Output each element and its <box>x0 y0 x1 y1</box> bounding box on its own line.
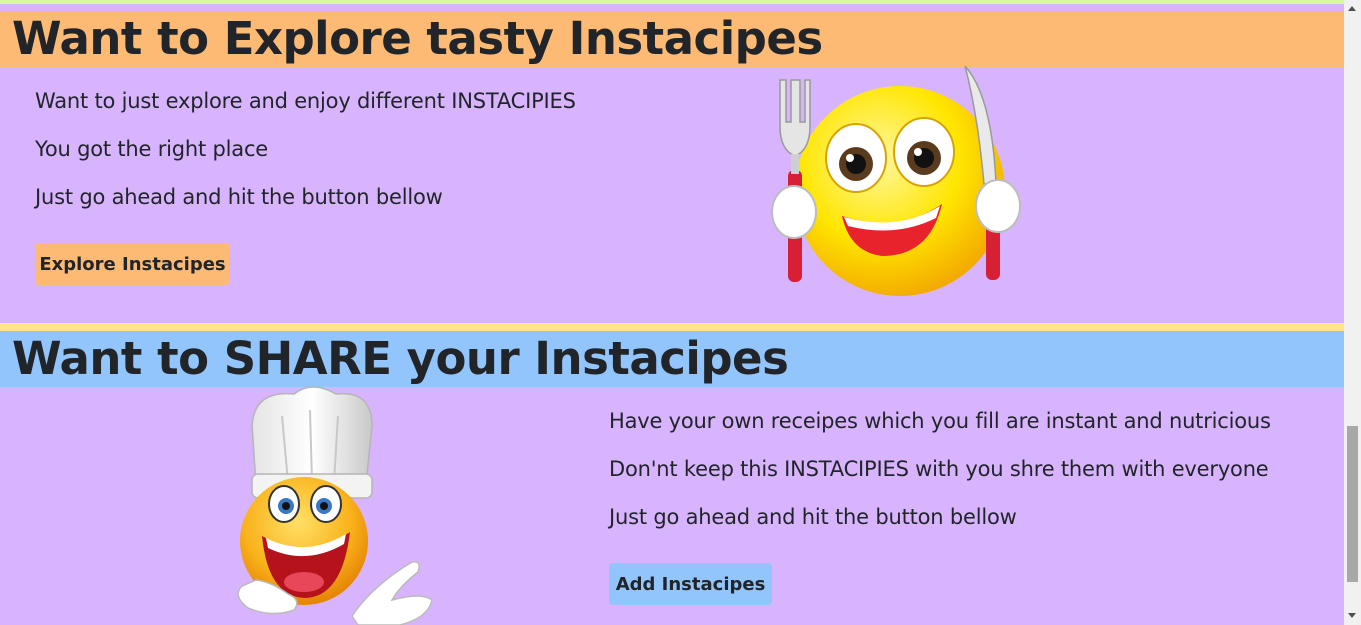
explore-line-1: Want to just explore and enjoy different… <box>35 89 576 113</box>
share-line-3: Just go ahead and hit the button bellow <box>609 505 1017 529</box>
explore-line-3: Just go ahead and hit the button bellow <box>35 185 443 209</box>
share-line-2: Don'nt keep this INSTACIPIES with you sh… <box>609 457 1269 481</box>
scrollbar-thumb[interactable] <box>1347 426 1358 582</box>
share-line-1: Have your own receipes which you fill ar… <box>609 409 1271 433</box>
chef-emoji-icon <box>237 386 433 625</box>
vertical-scrollbar[interactable] <box>1344 0 1361 625</box>
explore-line-2: You got the right place <box>35 137 269 161</box>
section-divider <box>0 323 1344 331</box>
top-divider <box>0 0 1344 4</box>
add-instacipes-button[interactable]: Add Instacipes <box>609 563 772 605</box>
scroll-up-arrow-icon[interactable] <box>1348 6 1356 11</box>
share-heading: Want to SHARE your Instacipes <box>0 331 1344 387</box>
explore-heading: Want to Explore tasty Instacipes <box>0 11 1344 67</box>
scroll-down-arrow-icon[interactable] <box>1348 613 1356 618</box>
explore-instacipes-button[interactable]: Explore Instacipes <box>35 243 230 285</box>
hungry-emoji-fork-knife-icon <box>771 66 1021 296</box>
